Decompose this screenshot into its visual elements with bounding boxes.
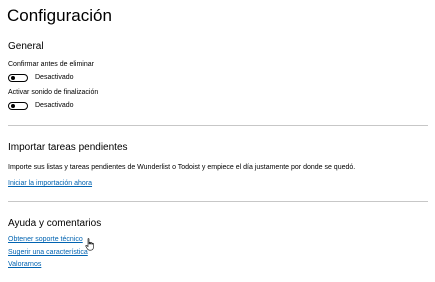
get-support-link[interactable]: Obtener soporte técnico [8,235,83,245]
import-description: Importe sus listas y tareas pendientes d… [8,164,356,171]
divider [8,201,428,202]
confirm-delete-state: Desactivado [35,74,74,81]
completion-sound-toggle[interactable] [8,102,28,110]
import-heading: Importar tareas pendientes [8,142,128,153]
completion-sound-state: Desactivado [35,102,74,109]
divider [8,125,428,126]
completion-sound-toggle-row[interactable]: Desactivado [8,101,74,111]
hand-pointer-icon [85,238,94,251]
confirm-delete-label: Confirmar antes de eliminar [8,61,94,68]
toggle-knob [11,76,15,80]
suggest-feature-link[interactable]: Sugerir una característica [8,248,88,258]
confirm-delete-toggle[interactable] [8,74,28,82]
start-import-link[interactable]: Iniciar la importación ahora [8,179,92,189]
toggle-knob [11,104,15,108]
completion-sound-label: Activar sonido de finalización [8,89,99,96]
feedback-heading: Ayuda y comentarios [8,218,102,229]
general-heading: General [8,41,44,52]
rate-us-link[interactable]: Valorarnos [8,260,41,270]
settings-page: Configuración General Confirmar antes de… [0,0,435,282]
confirm-delete-toggle-row[interactable]: Desactivado [8,73,74,83]
page-title: Configuración [7,6,112,25]
